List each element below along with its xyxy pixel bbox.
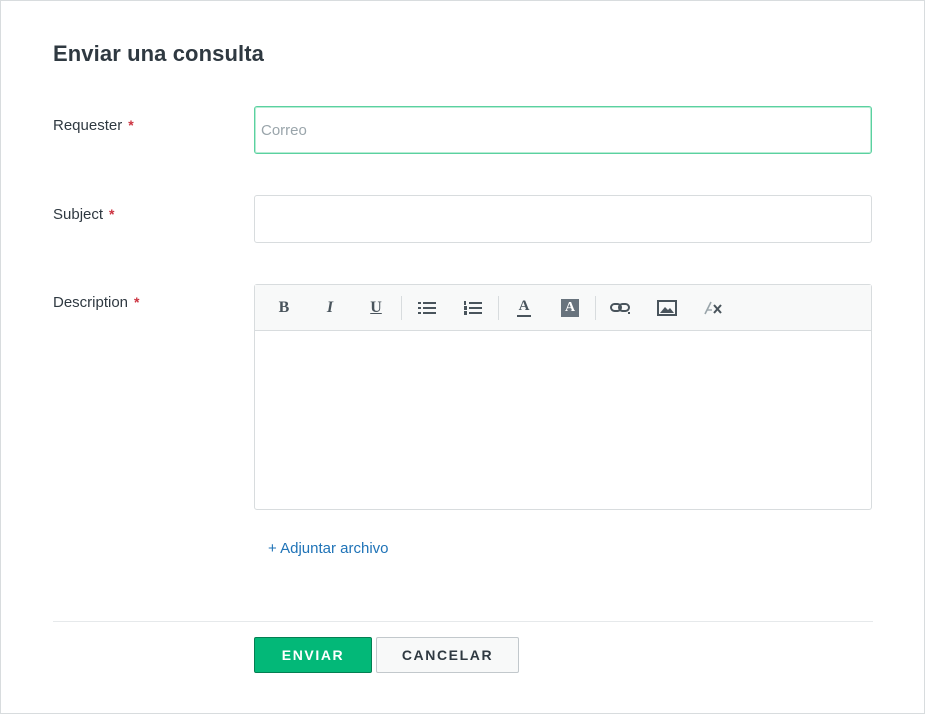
text-color-bar [517,314,531,317]
toolbar-separator [498,295,499,320]
toolbar-separator [401,295,402,320]
editor-toolbar: B I U A A [255,285,871,331]
subject-label-text: Subject [53,206,104,223]
bold-button[interactable]: B [261,292,307,324]
description-label: Description * [53,294,139,311]
required-marker: * [128,117,134,133]
required-marker: * [109,206,115,222]
underline-button[interactable]: U [353,292,399,324]
form-container: Enviar una consulta Requester* Subject* … [0,0,925,714]
text-color-glyph: A [518,297,530,314]
description-text-area[interactable] [255,331,871,509]
bulleted-list-button[interactable] [404,292,450,324]
requester-email-input[interactable] [254,106,872,154]
subject-label: Subject * [53,206,115,223]
image-button[interactable] [644,292,690,324]
link-icon [610,302,630,314]
subject-input[interactable] [254,195,872,243]
text-color-button[interactable]: A [501,292,547,324]
submit-button[interactable]: ENVIAR [254,637,372,673]
numbered-list-icon [464,300,482,315]
requester-label-text: Requester [53,117,123,134]
bold-icon: B [278,298,290,316]
requester-label: Requester * [53,117,134,134]
clear-formatting-icon [704,301,722,314]
text-color-icon: A [517,297,531,317]
toolbar-separator [595,295,596,320]
background-color-button[interactable]: A [547,292,593,324]
required-marker: * [134,294,140,310]
description-editor: B I U A A [254,284,872,510]
page-title: Enviar una consulta [53,41,264,66]
form-divider [53,621,873,622]
link-button[interactable] [598,292,644,324]
cancel-button[interactable]: CANCELAR [376,637,519,673]
background-color-glyph: A [564,299,576,315]
image-icon [657,299,677,316]
underline-icon: U [370,298,382,316]
italic-button[interactable]: I [307,292,353,324]
attach-file-link[interactable]: + Adjuntar archivo [268,540,389,557]
bulleted-list-icon [418,301,436,314]
numbered-list-button[interactable] [450,292,496,324]
background-color-icon: A [561,298,579,317]
description-label-text: Description [53,294,129,311]
italic-icon: I [326,298,334,316]
clear-formatting-button[interactable] [690,292,736,324]
